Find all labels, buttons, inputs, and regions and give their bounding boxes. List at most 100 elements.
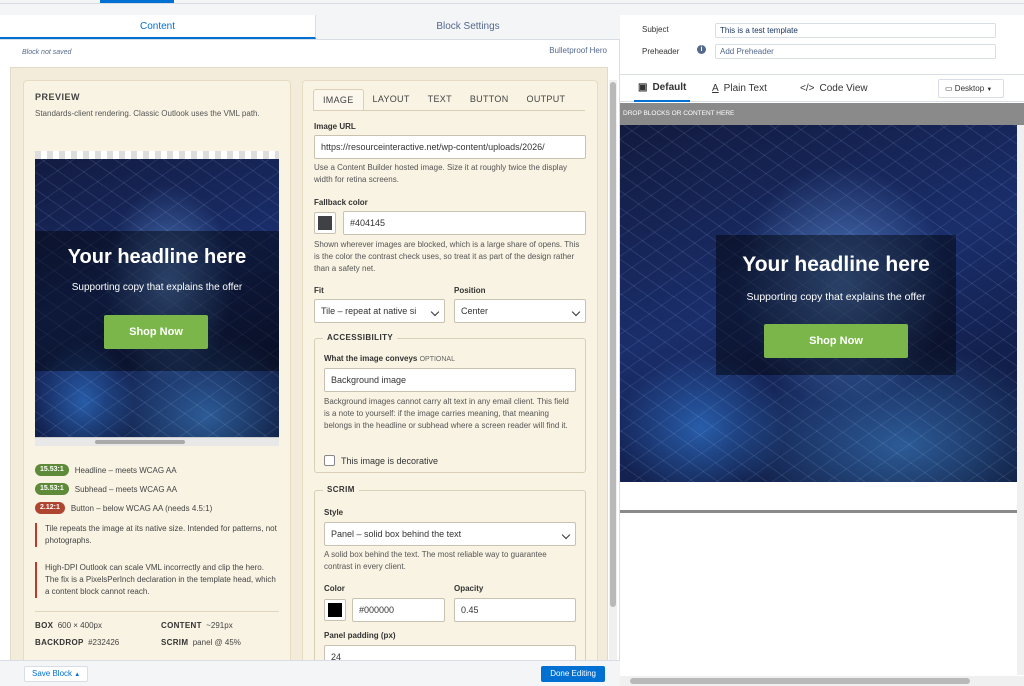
email-subhead: Supporting copy that explains the offer (746, 291, 926, 303)
tab-plain-text[interactable]: A Plain Text (712, 75, 767, 102)
tab-image[interactable]: IMAGE (313, 89, 364, 110)
scrim-style-label: Style (324, 508, 344, 517)
tab-code-view[interactable]: </> Code View (800, 75, 868, 102)
contrast-badge: 15.53:1 (35, 483, 69, 495)
accessibility-hint: Background images cannot carry alt text … (324, 397, 569, 430)
device-select[interactable]: ▭ Desktop ▼ (938, 79, 1004, 98)
scrim-color-label: Color (324, 584, 345, 593)
caret-down-icon: ▼ (986, 87, 993, 93)
contrast-label: Headline – meets WCAG AA (74, 465, 177, 475)
subject-input[interactable]: This is a test template (715, 23, 996, 38)
preview-hscrollbar[interactable] (620, 676, 1024, 686)
opacity-input[interactable]: 0.45 (454, 598, 576, 622)
tab-default-view[interactable]: ▣ Default (634, 75, 691, 102)
divider (35, 611, 279, 612)
email-preview-pane: Subject This is a test template Preheade… (620, 15, 1024, 686)
divider (620, 510, 1024, 513)
preview-title: PREVIEW (35, 92, 81, 102)
block-name: Bulletproof Hero (549, 46, 607, 55)
fallback-color-label: Fallback color (314, 198, 368, 207)
app: Content Block Settings Block not saved B… (0, 0, 1024, 686)
contrast-badge: 15.53:1 (35, 464, 69, 476)
spec-content: CONTENT ~291px (161, 621, 233, 630)
tab-text[interactable]: TEXT (419, 89, 461, 110)
subject-label: Subject (642, 25, 669, 34)
spec-box: BOX 600 × 400px (35, 621, 102, 630)
contrast-row-headline: 15.53:1 Headline – meets WCAG AA (35, 464, 177, 476)
decorative-label: This image is decorative (341, 455, 439, 466)
accessibility-legend: ACCESSIBILITY (323, 333, 398, 342)
spec-backdrop: BACKDROP #232426 (35, 638, 120, 647)
contrast-badge: 2.12:1 (35, 502, 65, 514)
scrim-legend: SCRIM (323, 485, 359, 494)
scrim-color-swatch[interactable] (324, 599, 346, 621)
fallback-color-swatch[interactable] (314, 212, 336, 234)
conveys-input[interactable]: Background image (324, 368, 576, 392)
tab-content[interactable]: Content (0, 15, 316, 39)
editor-footer: Save Block ▲ Done Editing (0, 660, 620, 686)
conveys-label: What the image conveys OPTIONAL (324, 354, 455, 363)
fallback-color-input[interactable]: #404145 (343, 211, 586, 235)
optional-tag: OPTIONAL (419, 356, 455, 363)
tab-block-settings[interactable]: Block Settings (316, 15, 620, 39)
position-select[interactable]: Center (454, 299, 586, 323)
decorative-checkbox[interactable]: This image is decorative (324, 455, 438, 466)
editor-scrollbar[interactable] (609, 80, 617, 662)
preheader-label: Preheader (642, 47, 680, 56)
email-cta-button[interactable]: Shop Now (764, 324, 908, 358)
scrim-style-select[interactable]: Panel – solid box behind the text (324, 522, 576, 546)
drop-zone[interactable]: DROP BLOCKS OR CONTENT HERE (620, 103, 1024, 125)
desktop-icon: ▭ (945, 84, 953, 93)
done-editing-button[interactable]: Done Editing (541, 666, 605, 682)
contrast-row-button: 2.12:1 Button – below WCAG AA (needs 4.5… (35, 502, 212, 514)
info-icon[interactable]: i (697, 45, 706, 54)
opacity-label: Opacity (454, 584, 484, 593)
preview-subhead: Supporting copy that explains the offer (71, 282, 243, 293)
checkbox-box[interactable] (324, 455, 335, 466)
scrim-color-input[interactable]: #000000 (352, 598, 445, 622)
fit-select[interactable]: Tile – repeat at native si (314, 299, 445, 323)
tab-button[interactable]: BUTTON (461, 89, 518, 110)
save-status: Block not saved (22, 49, 72, 56)
preview-description: Standards-client rendering. Classic Outl… (35, 109, 260, 118)
editor-tabs: Content Block Settings (0, 15, 620, 40)
tab-output[interactable]: OUTPUT (518, 89, 575, 110)
caret-up-icon: ▲ (74, 672, 81, 678)
settings-panel: IMAGE LAYOUT TEXT BUTTON OUTPUT Image UR… (302, 80, 598, 680)
preview-headline: Your headline here (67, 246, 247, 268)
preview-vscrollbar[interactable] (1017, 125, 1024, 675)
note-high-dpi: High-DPI Outlook can scale VML incorrect… (35, 562, 279, 598)
email-hero[interactable]: Your headline here Supporting copy that … (620, 125, 1024, 482)
image-url-input[interactable]: https://resourceinteractive.net/wp-conte… (314, 135, 586, 159)
spec-scrim: SCRIM panel @ 45% (161, 638, 241, 647)
preview-cta-button: Shop Now (104, 315, 208, 349)
block-canvas: PREVIEW Standards-client rendering. Clas… (10, 67, 608, 680)
contrast-row-subhead: 15.53:1 Subhead – meets WCAG AA (35, 483, 177, 495)
fit-label: Fit (314, 286, 324, 295)
tab-layout[interactable]: LAYOUT (364, 89, 419, 110)
preview-panel: PREVIEW Standards-client rendering. Clas… (23, 80, 291, 670)
view-tabs: ▣ Default A Plain Text </> Code View ▭ Desk… (620, 74, 1024, 102)
position-label: Position (454, 286, 486, 295)
note-tile: Tile repeats the image at its native siz… (35, 523, 279, 547)
save-block-button[interactable]: Save Block ▲ (24, 666, 89, 682)
scrim-section: SCRIM Style Panel – solid box behind the… (314, 485, 586, 680)
panel-padding-label: Panel padding (px) (324, 631, 396, 640)
contrast-label: Button – below WCAG AA (needs 4.5:1) (70, 503, 213, 513)
preheader-input[interactable]: Add Preheader (715, 44, 996, 59)
accessibility-section: ACCESSIBILITY What the image conveys OPT… (314, 333, 586, 473)
preview-hscrollbar[interactable] (35, 437, 279, 446)
scrim-style-hint: A solid box behind the text. The most re… (324, 550, 547, 571)
fallback-hint: Shown wherever images are blocked, which… (314, 240, 580, 273)
top-strip (0, 0, 1024, 4)
tile-edge (35, 151, 279, 159)
email-headline: Your headline here (742, 253, 930, 276)
contrast-label: Subhead – meets WCAG AA (74, 484, 178, 494)
code-icon: </> (800, 82, 815, 94)
default-view-icon: ▣ (638, 81, 648, 93)
settings-tabs: IMAGE LAYOUT TEXT BUTTON OUTPUT (313, 89, 585, 111)
image-url-hint: Use a Content Builder hosted image. Size… (314, 163, 568, 184)
top-strip-indicator (100, 0, 174, 3)
image-url-label: Image URL (314, 122, 356, 131)
preview-hero: Your headline here Supporting copy that … (35, 151, 279, 446)
